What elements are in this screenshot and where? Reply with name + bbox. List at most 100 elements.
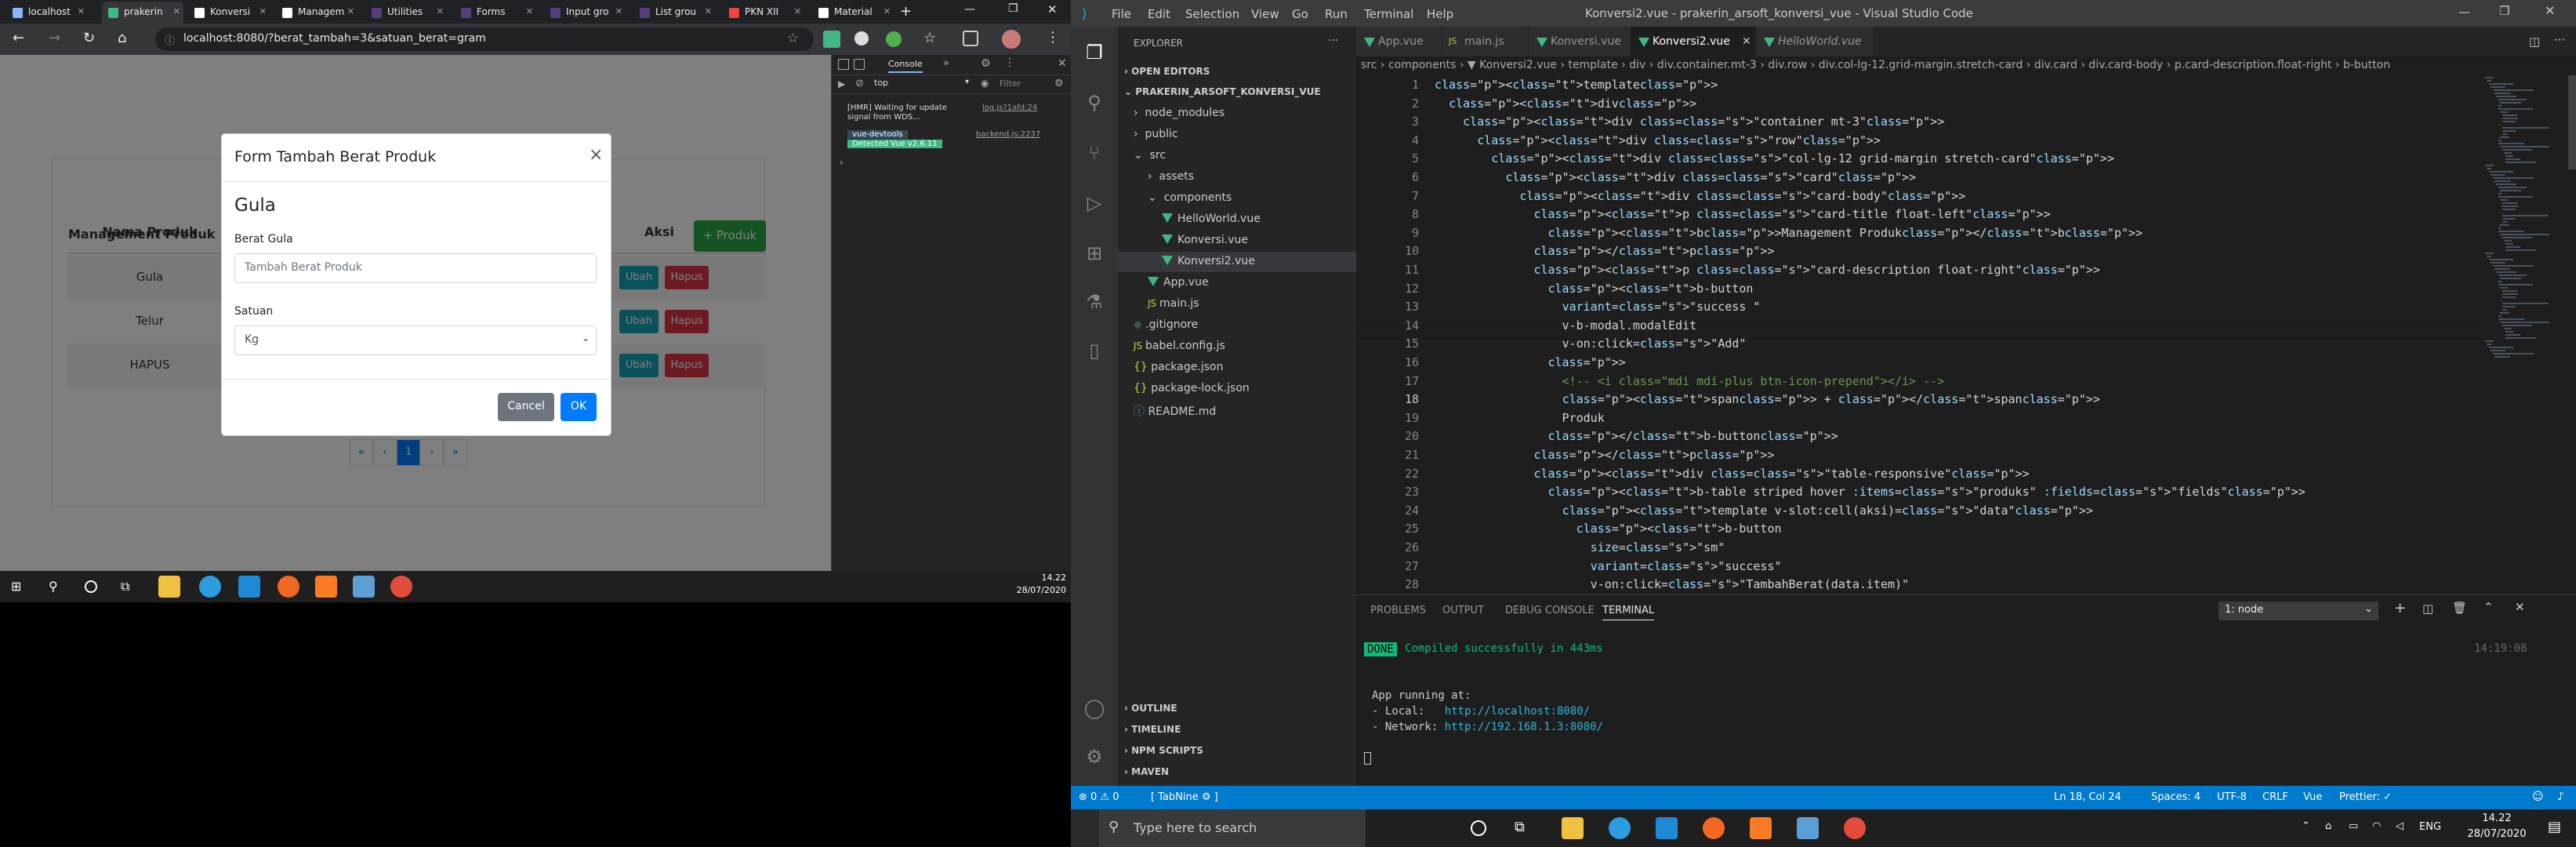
outline-section[interactable]: › OUTLINE — [1124, 703, 1177, 714]
close-icon[interactable]: ✕ — [526, 6, 533, 16]
taskbar-time[interactable]: 14.22 — [2462, 812, 2532, 824]
search-box[interactable]: ⚲ Type here to search — [1099, 809, 1366, 847]
run-debug-icon[interactable]: ▷ — [1083, 191, 1106, 215]
maximize-panel-icon[interactable]: ⌃ — [2483, 600, 2494, 614]
npm-scripts-section[interactable]: › NPM SCRIPTS — [1124, 745, 1203, 756]
cortana-icon[interactable] — [1471, 820, 1486, 836]
terminal-select[interactable]: 1: node ⌄ — [2219, 602, 2378, 620]
close-window-icon[interactable]: ✕ — [1047, 2, 1058, 16]
file-explorer-icon[interactable] — [1562, 817, 1584, 839]
problems-status[interactable]: ⊗ 0 ⚠ 0 — [1079, 791, 1119, 803]
chrome-icon[interactable] — [1844, 817, 1866, 839]
close-icon[interactable]: ✕ — [705, 6, 712, 16]
notification-icon[interactable]: ▤ — [2548, 819, 2561, 835]
more-actions-icon[interactable]: ··· — [2554, 33, 2565, 47]
tab-helloworld[interactable]: HelloWorld.vue — [1756, 27, 1874, 56]
context-select[interactable]: top ▾ — [874, 78, 973, 92]
code-editor[interactable]: 1 2 3 4 5 6 7 8 9 10 11 12 13 14 15 16 17 18 19 20 21 22 23 24 2… — [1356, 75, 2482, 594]
restore-icon[interactable]: ❐ — [1008, 2, 1018, 15]
trash-icon[interactable]: 🗑 — [2452, 601, 2467, 615]
tree-item-main-js[interactable]: JS main.js — [1148, 297, 1199, 310]
gear-icon[interactable]: ⚙ — [1083, 745, 1106, 769]
tree-item-readme[interactable]: ⓘ README.md — [1134, 403, 1216, 419]
extensions-icon[interactable]: ⊞ — [1083, 242, 1106, 265]
chevron-up-icon[interactable]: ⌃ — [2302, 820, 2310, 832]
star-icon[interactable]: ☆ — [787, 31, 799, 46]
search-icon[interactable]: ⚲ — [49, 579, 58, 594]
tree-item-package-lock[interactable]: {} package-lock.json — [1134, 382, 1250, 394]
close-window-icon[interactable]: ✕ — [2545, 3, 2555, 18]
file-explorer-icon[interactable] — [158, 576, 180, 598]
chrome-tab[interactable]: localhost ✕ — [6, 2, 88, 24]
windows-start-icon[interactable] — [1071, 809, 1102, 847]
more-actions-icon[interactable]: ··· — [1328, 35, 1338, 47]
xampp-icon[interactable] — [315, 576, 337, 598]
feedback-icon[interactable]: ☺ — [2532, 791, 2544, 803]
taskbar-date[interactable]: 28/07/2020 — [1007, 585, 1066, 595]
tree-item-package-json[interactable]: {} package.json — [1134, 361, 1223, 373]
tab-output[interactable]: OUTPUT — [1442, 605, 1484, 616]
console-tab[interactable]: Console — [888, 59, 923, 73]
extension-icon[interactable] — [854, 31, 869, 45]
menu-icon[interactable]: ⋮ — [1004, 56, 1015, 69]
tab-main-js[interactable]: JS main.js — [1442, 27, 1529, 56]
tree-item-node-modules[interactable]: › node_modules — [1134, 107, 1225, 119]
app-icon[interactable] — [353, 576, 375, 598]
bell-icon[interactable]: ♪ — [2557, 791, 2564, 803]
scrollbar[interactable] — [2568, 75, 2576, 169]
terminal-link[interactable]: http://192.168.1.3:8080/ — [1445, 721, 1603, 733]
console-prompt[interactable]: › — [840, 157, 844, 168]
files-icon[interactable]: ❐ — [1083, 41, 1106, 64]
app-icon[interactable] — [1797, 817, 1819, 839]
clear-console-icon[interactable]: ⊘ — [855, 78, 864, 89]
chrome-tab[interactable]: Material ✕ — [812, 2, 894, 24]
close-icon[interactable]: ✕ — [794, 6, 801, 16]
menu-go[interactable]: Go — [1292, 7, 1308, 21]
bookmark-icon[interactable]: ☆ — [923, 30, 936, 46]
chrome-tab-active[interactable]: prakerin ✕ — [102, 2, 183, 24]
chrome-tab[interactable]: Utilities ✕ — [365, 2, 447, 24]
cursor-position[interactable]: Ln 18, Col 24 — [2054, 791, 2121, 803]
menu-edit[interactable]: Edit — [1148, 7, 1170, 21]
tab-konversi[interactable]: Konversi.vue — [1529, 27, 1631, 56]
terminal-cursor[interactable] — [1364, 752, 1371, 765]
postman-icon[interactable] — [1703, 817, 1725, 839]
unit-select[interactable]: Kg ⌄ — [234, 325, 597, 355]
minimap[interactable] — [2482, 75, 2568, 594]
sidebar-toggle-icon[interactable]: ▶ — [838, 78, 845, 89]
source-control-icon[interactable]: ⑂ — [1083, 141, 1106, 165]
eol-status[interactable]: CRLF — [2262, 791, 2288, 803]
close-icon[interactable]: × — [589, 145, 603, 165]
menu-help[interactable]: Help — [1427, 7, 1453, 21]
close-icon[interactable]: ✕ — [1742, 35, 1751, 48]
edge-icon[interactable] — [199, 576, 221, 598]
tree-item-components[interactable]: ⌄ components — [1148, 191, 1232, 204]
tree-item-app[interactable]: App.vue — [1148, 276, 1209, 289]
new-terminal-icon[interactable]: + — [2394, 600, 2406, 616]
close-icon[interactable]: ✕ — [1058, 57, 1067, 70]
terminal-link[interactable]: http://localhost:8080/ — [1445, 705, 1590, 718]
taskbar-date[interactable]: 28/07/2020 — [2462, 828, 2532, 840]
wifi-icon[interactable]: ◠ — [2372, 820, 2381, 832]
remote-explorer-icon[interactable]: ▯ — [1083, 339, 1106, 362]
tree-item-helloworld[interactable]: HelloWorld.vue — [1162, 213, 1261, 225]
tab-problems[interactable]: PROBLEMS — [1370, 605, 1426, 616]
chrome-tab[interactable]: Konversi ✕ — [188, 2, 270, 24]
info-icon[interactable]: ⓘ — [165, 32, 175, 47]
postman-icon[interactable] — [278, 576, 299, 598]
tree-item-public[interactable]: › public — [1134, 128, 1178, 140]
tree-item-babel-config[interactable]: JS babel.config.js — [1134, 340, 1225, 352]
chrome-tab[interactable]: List grou ✕ — [633, 2, 715, 24]
xampp-icon[interactable] — [1750, 817, 1772, 839]
tabnine-status[interactable]: [ TabNine ⚙ ] — [1151, 791, 1218, 803]
gear-icon[interactable]: ⚙ — [1054, 78, 1064, 89]
account-icon[interactable]: ◯ — [1083, 696, 1106, 720]
extension-icon[interactable] — [886, 31, 902, 47]
chrome-tab[interactable]: PKN XII ✕ — [723, 2, 804, 24]
task-view-icon[interactable]: ⧉ — [1515, 819, 1525, 835]
minimize-icon[interactable]: — — [964, 3, 975, 16]
menu-selection[interactable]: Selection — [1185, 7, 1239, 21]
open-editors-section[interactable]: › OPEN EDITORS — [1124, 66, 1210, 77]
search-icon[interactable]: ⚲ — [1083, 91, 1106, 115]
windows-start-icon[interactable]: ⊞ — [11, 580, 24, 593]
